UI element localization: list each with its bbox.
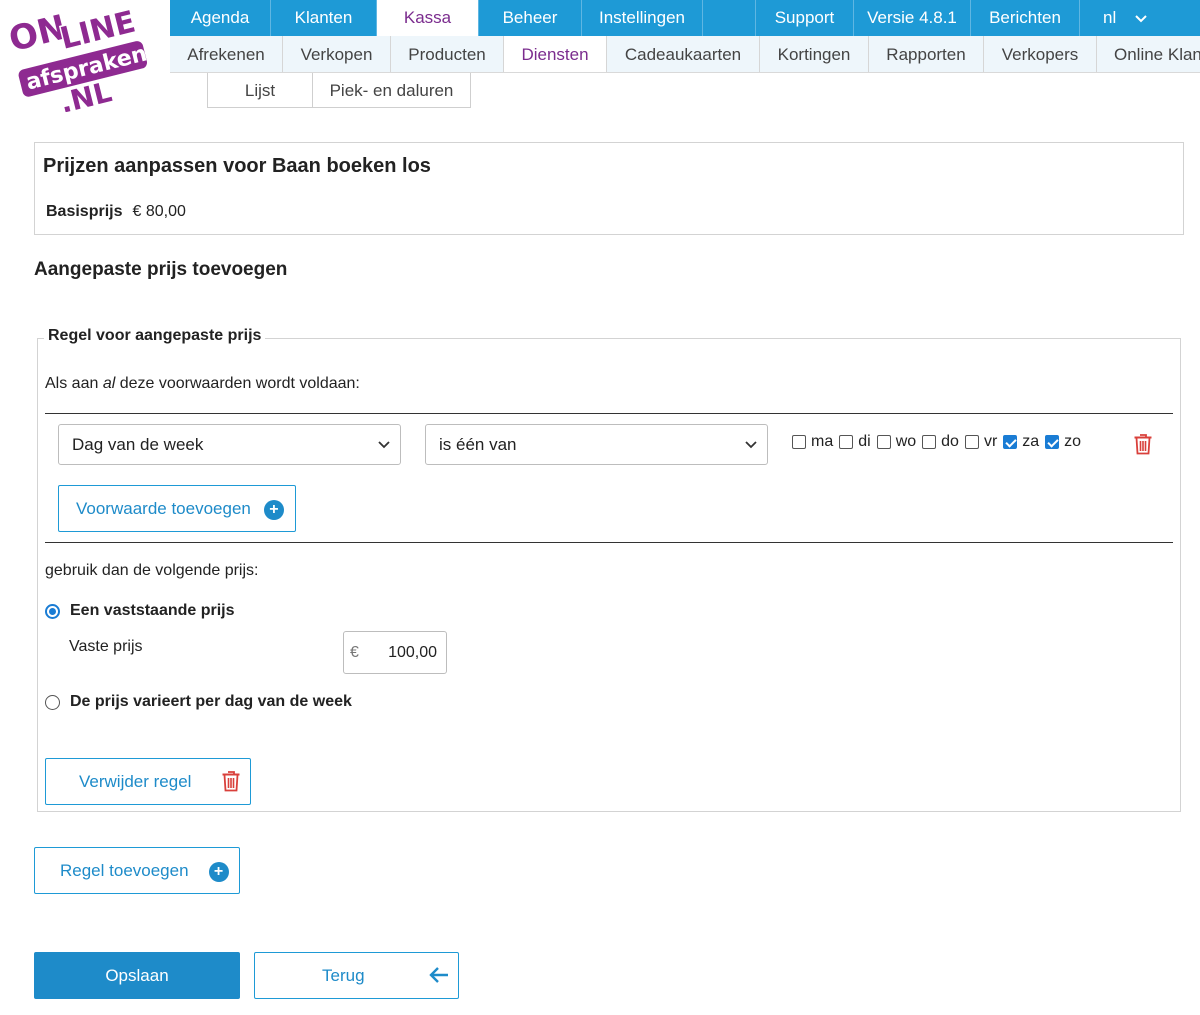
divider-top bbox=[45, 413, 1173, 414]
save-button[interactable]: Opslaan bbox=[34, 952, 240, 999]
fixed-price-value: 100,00 bbox=[388, 644, 437, 661]
day-zo[interactable]: zo bbox=[1045, 433, 1081, 451]
subnav-afrekenen[interactable]: Afrekenen bbox=[170, 36, 283, 72]
add-condition-label: Voorwaarde toevoegen bbox=[76, 498, 251, 518]
subnav-verkopers[interactable]: Verkopers bbox=[984, 36, 1097, 72]
price-header-box: Prijzen aanpassen voor Baan boeken los B… bbox=[34, 142, 1184, 235]
subnav-online-klanten[interactable]: Online Klan bbox=[1097, 36, 1200, 72]
condition-text-pre: Als aan bbox=[45, 375, 103, 392]
condition-field-value: Dag van de week bbox=[72, 435, 204, 454]
add-rule-label: Regel toevoegen bbox=[60, 860, 189, 880]
add-rule-button[interactable]: Regel toevoegen + bbox=[34, 847, 240, 894]
divider-bottom bbox=[45, 542, 1173, 543]
day-label: ma bbox=[811, 433, 834, 450]
use-price-text: gebruik dan de volgende prijs: bbox=[45, 562, 259, 579]
delete-condition-trash-icon[interactable] bbox=[1133, 433, 1153, 455]
plus-circle-icon: + bbox=[263, 499, 284, 520]
nav-version[interactable]: Versie 4.8.1 bbox=[854, 0, 971, 36]
sub-nav: Afrekenen Verkopen Producten Diensten Ca… bbox=[170, 36, 1200, 73]
condition-text-em: al bbox=[102, 375, 116, 392]
plus-circle-icon: + bbox=[208, 861, 229, 882]
day-label: vr bbox=[983, 433, 998, 450]
trash-icon bbox=[221, 770, 241, 797]
day-label: di bbox=[858, 433, 871, 450]
day-za[interactable]: za bbox=[1003, 433, 1039, 451]
rule-legend: Regel voor aangepaste prijs bbox=[44, 327, 266, 345]
checkbox[interactable] bbox=[922, 435, 937, 449]
radio-unselected[interactable] bbox=[45, 694, 60, 710]
add-condition-button[interactable]: Voorwaarde toevoegen + bbox=[58, 485, 296, 532]
option-varies-label: De prijs varieert per dag van de week bbox=[70, 693, 352, 710]
day-label: za bbox=[1022, 433, 1040, 450]
nav-klanten[interactable]: Klanten bbox=[271, 0, 377, 36]
fixed-price-label: Vaste prijs bbox=[69, 638, 143, 655]
day-label: wo bbox=[895, 433, 917, 450]
checkbox-checked[interactable] bbox=[1003, 435, 1018, 449]
main-nav: Agenda Klanten Kassa Beheer Instellingen… bbox=[170, 0, 1200, 36]
condition-operator-value: is één van bbox=[439, 435, 517, 454]
chevron-down-icon bbox=[378, 425, 390, 464]
nav-berichten[interactable]: Berichten bbox=[971, 0, 1080, 36]
subnav-kortingen[interactable]: Kortingen bbox=[760, 36, 869, 72]
nav-spacer bbox=[703, 0, 756, 36]
day-vr[interactable]: vr bbox=[964, 433, 998, 451]
subnav-cadeaukaarten[interactable]: Cadeaukaarten bbox=[607, 36, 760, 72]
chevron-down-icon bbox=[745, 425, 757, 464]
day-di[interactable]: di bbox=[839, 433, 871, 451]
checkbox-checked[interactable] bbox=[1045, 435, 1060, 449]
day-label: zo bbox=[1064, 433, 1082, 450]
condition-field-select[interactable]: Dag van de week bbox=[58, 424, 401, 465]
chevron-down-icon bbox=[1135, 0, 1147, 36]
option-fixed-price[interactable]: Een vaststaande prijs bbox=[45, 602, 235, 620]
language-label: nl bbox=[1103, 8, 1117, 27]
option-fixed-label: Een vaststaande prijs bbox=[70, 602, 235, 619]
remove-rule-button[interactable]: Verwijder regel bbox=[45, 758, 251, 805]
subnav-diensten[interactable]: Diensten bbox=[504, 36, 607, 72]
option-price-per-day[interactable]: De prijs varieert per dag van de week bbox=[45, 693, 352, 711]
nav-agenda[interactable]: Agenda bbox=[170, 0, 271, 36]
nav-kassa[interactable]: Kassa bbox=[377, 0, 479, 36]
app-logo[interactable]: ON LINE afspraken .NL bbox=[3, 2, 160, 121]
remove-rule-label: Verwijder regel bbox=[79, 771, 192, 791]
subnav-verkopen[interactable]: Verkopen bbox=[283, 36, 391, 72]
checkbox[interactable] bbox=[792, 435, 806, 449]
page-title: Prijzen aanpassen voor Baan boeken los bbox=[43, 155, 431, 177]
back-button[interactable]: Terug bbox=[254, 952, 459, 999]
day-label: do bbox=[941, 433, 959, 450]
condition-text-post: deze voorwaarden wordt voldaan: bbox=[115, 375, 360, 392]
base-price-value: € 80,00 bbox=[132, 203, 186, 220]
day-do[interactable]: do bbox=[922, 433, 959, 451]
nav-support[interactable]: Support bbox=[756, 0, 854, 36]
day-ma[interactable]: ma bbox=[792, 433, 833, 451]
weekday-checkboxes: ma di wo do vr za zo bbox=[792, 433, 1087, 451]
nav-beheer[interactable]: Beheer bbox=[479, 0, 582, 36]
subnav-rapporten[interactable]: Rapporten bbox=[869, 36, 984, 72]
arrow-left-icon bbox=[428, 966, 449, 989]
nav-instellingen[interactable]: Instellingen bbox=[582, 0, 703, 36]
language-select[interactable]: nl bbox=[1080, 0, 1170, 36]
tab-lijst[interactable]: Lijst bbox=[208, 73, 312, 107]
currency-symbol: € bbox=[350, 644, 359, 661]
base-price: Basisprijs € 80,00 bbox=[46, 203, 186, 221]
day-wo[interactable]: wo bbox=[876, 433, 917, 451]
base-price-label: Basisprijs bbox=[46, 203, 123, 220]
condition-text: Als aan al deze voorwaarden wordt voldaa… bbox=[45, 375, 360, 393]
checkbox[interactable] bbox=[876, 435, 891, 449]
subnav-producten[interactable]: Producten bbox=[391, 36, 504, 72]
third-nav: Lijst Piek- en daluren bbox=[207, 73, 471, 108]
fixed-price-input[interactable]: € 100,00 bbox=[343, 631, 447, 674]
condition-operator-select[interactable]: is één van bbox=[425, 424, 768, 465]
tab-piek-dal[interactable]: Piek- en daluren bbox=[312, 73, 470, 107]
radio-selected[interactable] bbox=[45, 603, 60, 619]
section-title: Aangepaste prijs toevoegen bbox=[34, 259, 288, 280]
checkbox[interactable] bbox=[964, 435, 979, 449]
checkbox[interactable] bbox=[839, 435, 854, 449]
back-label: Terug bbox=[322, 965, 365, 985]
